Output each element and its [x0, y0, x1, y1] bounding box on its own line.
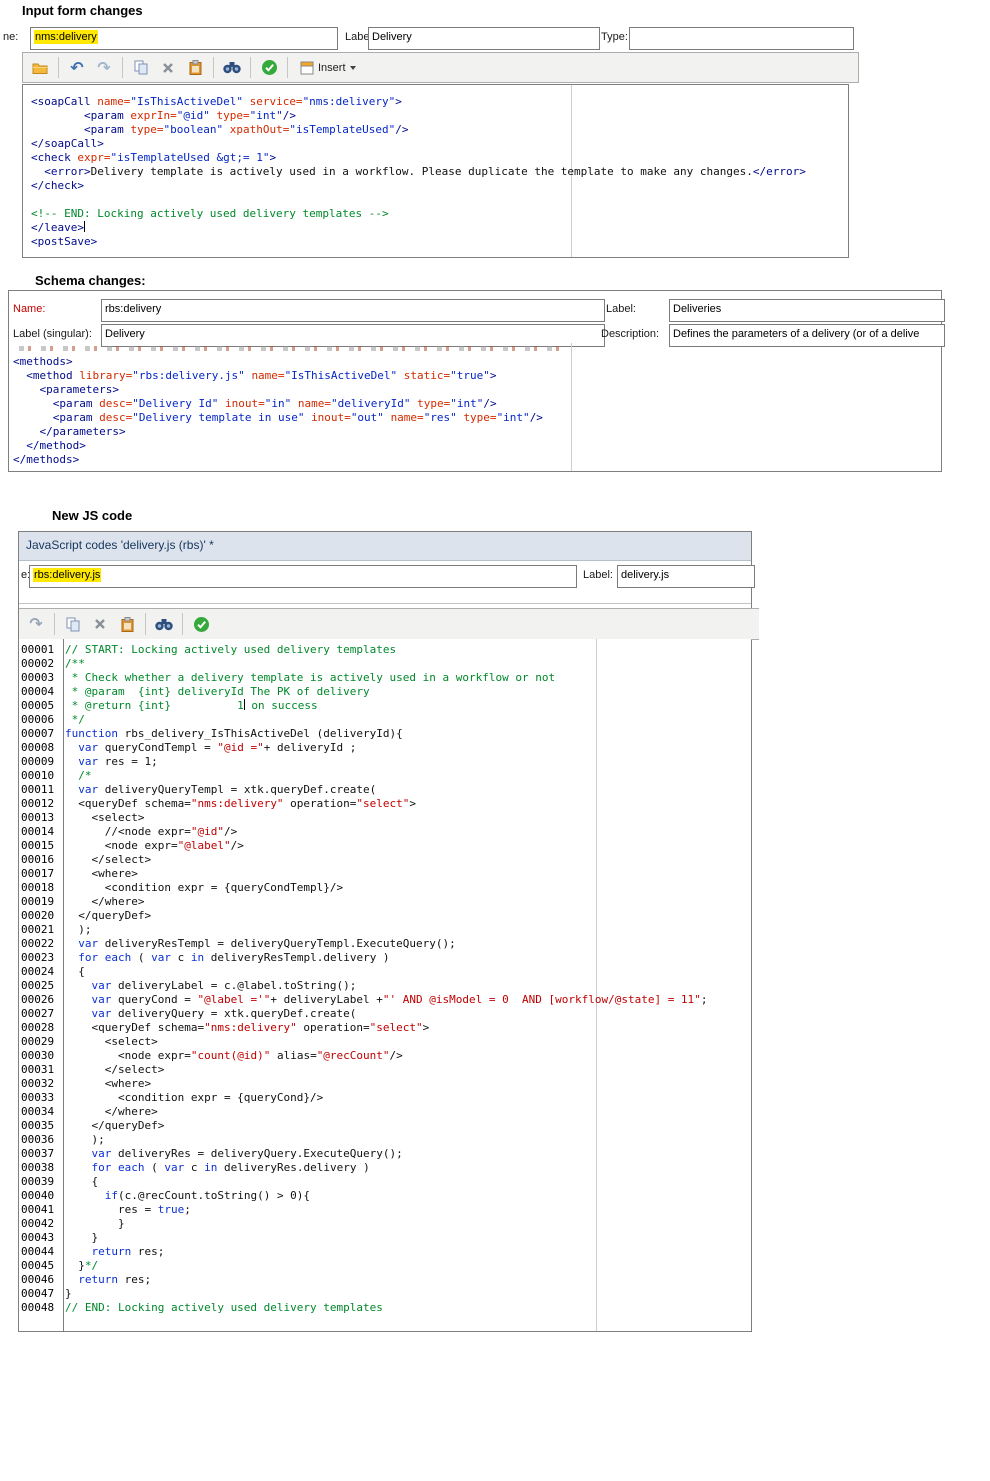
divider [19, 603, 751, 604]
js-toolbar: ↷ [19, 608, 759, 640]
cut-icon [94, 618, 106, 630]
schema-singular-input[interactable]: Delivery [101, 324, 605, 347]
copy-icon [134, 60, 149, 75]
check-icon [193, 616, 210, 633]
insert-button[interactable]: Insert [294, 54, 362, 82]
paste-button[interactable] [183, 56, 207, 80]
undo-icon: ↶ [70, 60, 83, 76]
js-line-gutter: 0000100002000030000400005000060000700008… [19, 639, 64, 1331]
copy-button[interactable] [61, 612, 85, 636]
search-button[interactable] [152, 612, 176, 636]
label-label: Label: [583, 569, 613, 581]
js-section: New JS code JavaScript codes 'delivery.j… [0, 507, 990, 1347]
section-title: New JS code [52, 508, 132, 523]
paste-icon [121, 617, 134, 632]
redo-icon: ↷ [29, 616, 42, 632]
toolbar-separator [145, 613, 146, 635]
xml-code-content: <soapCall name="IsThisActiveDel" service… [31, 95, 847, 249]
folder-icon [32, 61, 48, 74]
label-input[interactable]: delivery.js [617, 565, 755, 588]
js-code-content: // START: Locking actively used delivery… [65, 643, 750, 1315]
name-input[interactable]: nms:delivery [30, 27, 338, 50]
label-input[interactable]: Delivery [368, 27, 600, 50]
chevron-down-icon [350, 66, 356, 70]
schema-code-content[interactable]: <methods> <method library="rbs:delivery.… [13, 355, 940, 467]
schema-section: Schema changes: Name: rbs:delivery Label… [0, 272, 990, 474]
insert-icon [300, 61, 314, 75]
section-title: Schema changes: [35, 273, 146, 288]
paste-icon [189, 60, 202, 75]
cut-button[interactable] [156, 56, 180, 80]
toolbar-separator [287, 57, 288, 78]
copy-button[interactable] [129, 56, 153, 80]
cut-button[interactable] [88, 612, 112, 636]
binoculars-icon [155, 618, 173, 631]
schema-label-input[interactable]: Deliveries [669, 299, 945, 322]
js-code-editor[interactable]: 0000100002000030000400005000060000700008… [19, 639, 751, 1331]
toolbar-separator [213, 57, 214, 78]
toolbar-separator [54, 613, 55, 635]
name-value: nms:delivery [34, 30, 98, 44]
type-label: Type: [601, 31, 628, 43]
js-editor-window: JavaScript codes 'delivery.js (rbs)' * e… [18, 531, 752, 1332]
paste-button[interactable] [115, 612, 139, 636]
binoculars-icon [223, 61, 241, 74]
input-form-section: Input form changes ne: nms:delivery Labe… [0, 0, 990, 262]
schema-description-label: Description: [601, 328, 659, 340]
schema-label-label: Label: [606, 303, 636, 315]
toolbar-separator [250, 57, 251, 78]
toolbar-separator [182, 613, 183, 635]
form-toolbar: ↶ ↷ Insert [22, 52, 859, 83]
insert-label: Insert [318, 62, 346, 74]
schema-description-input[interactable]: Defines the parameters of a delivery (or… [669, 324, 945, 347]
redo-icon: ↷ [97, 60, 110, 76]
schema-singular-label: Label (singular): [13, 328, 92, 340]
name-label: ne: [3, 31, 18, 43]
name-input[interactable]: rbs:delivery.js [29, 565, 577, 588]
schema-name-input[interactable]: rbs:delivery [101, 299, 605, 322]
xml-editor[interactable]: <soapCall name="IsThisActiveDel" service… [22, 84, 849, 258]
folder-button[interactable] [28, 56, 52, 80]
section-title: Input form changes [22, 3, 143, 18]
search-button[interactable] [220, 56, 244, 80]
schema-editor-panel: Name: rbs:delivery Label: Deliveries Lab… [8, 290, 942, 472]
undo-button[interactable]: ↶ [65, 56, 89, 80]
type-input[interactable] [629, 27, 854, 50]
name-value: rbs:delivery.js [33, 568, 101, 582]
redo-button[interactable]: ↷ [24, 612, 48, 636]
clipped-code-line [19, 346, 559, 351]
redo-button[interactable]: ↷ [92, 56, 116, 80]
copy-icon [66, 617, 81, 632]
toolbar-separator [122, 57, 123, 78]
editor-title-bar: JavaScript codes 'delivery.js (rbs)' * [19, 532, 751, 561]
validate-button[interactable] [189, 612, 213, 636]
toolbar-separator [58, 57, 59, 78]
cut-icon [162, 62, 174, 74]
schema-name-label: Name: [13, 303, 45, 315]
validate-button[interactable] [257, 56, 281, 80]
check-icon [261, 59, 278, 76]
